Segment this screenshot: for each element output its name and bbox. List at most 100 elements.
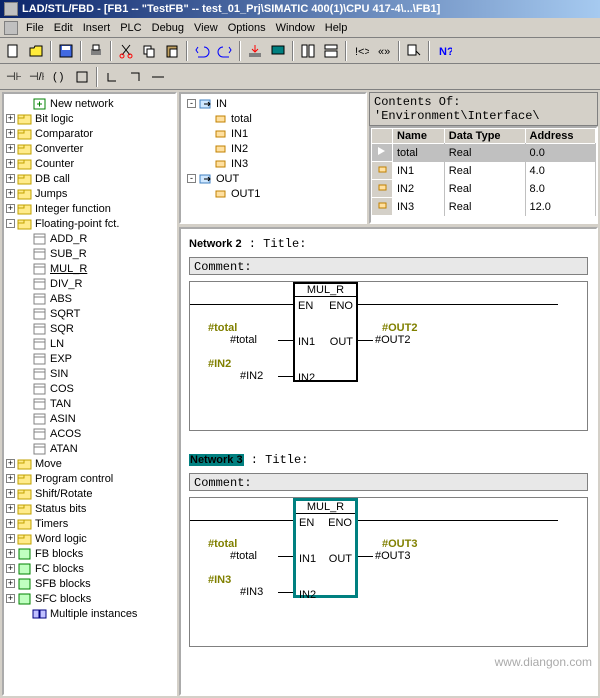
tree-item[interactable]: ATAN: [6, 441, 173, 456]
network-title[interactable]: Network 2 : Title:: [189, 237, 588, 251]
ladder-rung[interactable]: MUL_RENENOIN1OUTIN2#total#total#IN2#IN2#…: [189, 281, 588, 431]
undo-button[interactable]: [191, 40, 213, 62]
value-label[interactable]: #OUT3: [375, 550, 410, 562]
tree-item[interactable]: +Counter: [6, 156, 173, 171]
row-header[interactable]: [372, 144, 393, 162]
cell-type[interactable]: Real: [444, 144, 525, 162]
open-button[interactable]: [25, 40, 47, 62]
function-block[interactable]: MUL_RENENOIN1OUTIN2: [293, 498, 358, 598]
table-row[interactable]: totalReal0.0: [372, 144, 596, 162]
tree-item[interactable]: +DB call: [6, 171, 173, 186]
row-header[interactable]: [372, 180, 393, 198]
expand-icon[interactable]: +: [6, 129, 15, 138]
tree-item[interactable]: +Integer function: [6, 201, 173, 216]
col-header[interactable]: [372, 129, 393, 144]
variable-table[interactable]: NameData TypeAddresstotalReal0.0IN1Real4…: [369, 126, 598, 224]
cell-addr[interactable]: 4.0: [525, 162, 595, 180]
col-header[interactable]: Name: [393, 129, 445, 144]
expand-icon[interactable]: +: [6, 579, 15, 588]
comment-box[interactable]: Comment:: [189, 473, 588, 491]
function-block[interactable]: MUL_RENENOIN1OUTIN2: [293, 282, 358, 382]
tree-item[interactable]: COS: [6, 381, 173, 396]
expand-icon[interactable]: +: [6, 534, 15, 543]
expand-icon[interactable]: +: [6, 459, 15, 468]
menu-file[interactable]: File: [26, 22, 44, 34]
network-title[interactable]: Network 3 : Title:: [189, 453, 588, 467]
paste-button[interactable]: [161, 40, 183, 62]
table-row[interactable]: IN2Real8.0: [372, 180, 596, 198]
connection-button[interactable]: [147, 66, 169, 88]
tree-item[interactable]: +FC blocks: [6, 561, 173, 576]
cell-addr[interactable]: 8.0: [525, 180, 595, 198]
tree-item[interactable]: total: [183, 111, 363, 126]
help-button[interactable]: N?: [433, 40, 455, 62]
tree-item[interactable]: EXP: [6, 351, 173, 366]
tree-item[interactable]: SUB_R: [6, 246, 173, 261]
tree-item[interactable]: +Shift/Rotate: [6, 486, 173, 501]
menu-insert[interactable]: Insert: [83, 22, 111, 34]
tree-item[interactable]: +SFB blocks: [6, 576, 173, 591]
tree-item[interactable]: +Converter: [6, 141, 173, 156]
cell-addr[interactable]: 12.0: [525, 198, 595, 216]
redo-button[interactable]: [214, 40, 236, 62]
value-label[interactable]: #total: [230, 334, 257, 346]
code-editor[interactable]: Network 2 : Title: Comment: MUL_RENENOIN1O…: [179, 227, 598, 696]
col-header[interactable]: Address: [525, 129, 595, 144]
tree-item[interactable]: SIN: [6, 366, 173, 381]
save-button[interactable]: [55, 40, 77, 62]
menu-help[interactable]: Help: [325, 22, 348, 34]
contact-nc-button[interactable]: ⊣/⊢: [25, 66, 47, 88]
tree-item[interactable]: ACOS: [6, 426, 173, 441]
tree-item[interactable]: TAN: [6, 396, 173, 411]
tree-item[interactable]: +Status bits: [6, 501, 173, 516]
tree-item[interactable]: +Comparator: [6, 126, 173, 141]
expand-icon[interactable]: +: [6, 144, 15, 153]
tree-item[interactable]: IN2: [183, 141, 363, 156]
symbols-button[interactable]: !<>: [350, 40, 372, 62]
table-row[interactable]: IN3Real12.0: [372, 198, 596, 216]
tree-item[interactable]: IN3: [183, 156, 363, 171]
expand-icon[interactable]: +: [6, 114, 15, 123]
value-label[interactable]: #OUT2: [375, 334, 410, 346]
expand-icon[interactable]: +: [6, 549, 15, 558]
tree-item[interactable]: +Word logic: [6, 531, 173, 546]
cell-name[interactable]: IN3: [393, 198, 445, 216]
expand-icon[interactable]: +: [6, 204, 15, 213]
row-header[interactable]: [372, 162, 393, 180]
expand-icon[interactable]: +: [6, 474, 15, 483]
menu-plc[interactable]: PLC: [120, 22, 141, 34]
expand-icon[interactable]: +: [6, 159, 15, 168]
tree-item[interactable]: +Timers: [6, 516, 173, 531]
menu-edit[interactable]: Edit: [54, 22, 73, 34]
goto-button[interactable]: [403, 40, 425, 62]
interface-tree[interactable]: -INtotalIN1IN2IN3-OUTOUT1: [179, 92, 367, 224]
value-label[interactable]: #total: [230, 550, 257, 562]
tree-item[interactable]: +Bit logic: [6, 111, 173, 126]
tree-item[interactable]: -IN: [183, 96, 363, 111]
tree-item[interactable]: MUL_R: [6, 261, 173, 276]
tree-item[interactable]: +Jumps: [6, 186, 173, 201]
cell-addr[interactable]: 0.0: [525, 144, 595, 162]
branch-close-button[interactable]: [124, 66, 146, 88]
value-label[interactable]: #IN2: [240, 370, 263, 382]
print-button[interactable]: [85, 40, 107, 62]
tree-item[interactable]: +SFC blocks: [6, 591, 173, 606]
collapse-icon[interactable]: -: [6, 219, 15, 228]
expand-icon[interactable]: +: [6, 504, 15, 513]
overview-button[interactable]: [320, 40, 342, 62]
cell-name[interactable]: IN1: [393, 162, 445, 180]
menu-window[interactable]: Window: [276, 22, 315, 34]
expand-icon[interactable]: +: [6, 519, 15, 528]
cell-name[interactable]: total: [393, 144, 445, 162]
expand-icon[interactable]: +: [6, 189, 15, 198]
download-button[interactable]: [244, 40, 266, 62]
tree-item[interactable]: OUT1: [183, 186, 363, 201]
cut-button[interactable]: [115, 40, 137, 62]
catalog-button[interactable]: [297, 40, 319, 62]
box-button[interactable]: [71, 66, 93, 88]
tree-item[interactable]: Multiple instances: [6, 606, 173, 621]
contact-no-button[interactable]: ⊣⊢: [2, 66, 24, 88]
cell-name[interactable]: IN2: [393, 180, 445, 198]
col-header[interactable]: Data Type: [444, 129, 525, 144]
expand-icon[interactable]: +: [6, 489, 15, 498]
